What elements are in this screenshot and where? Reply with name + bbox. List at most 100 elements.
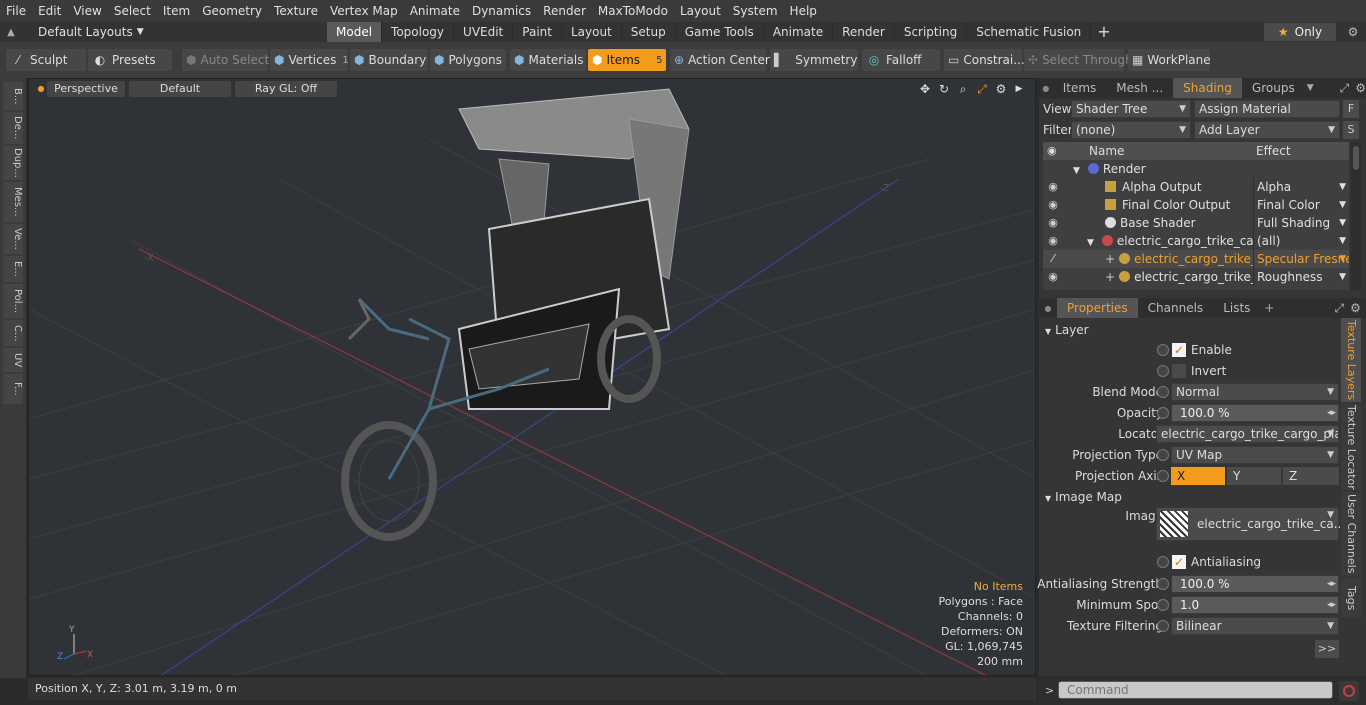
menu-dynamics[interactable]: Dynamics bbox=[466, 0, 537, 22]
expand-panel-icon[interactable]: ⤢ bbox=[1334, 301, 1344, 316]
tab-schematic-fusion[interactable]: Schematic Fusion bbox=[967, 22, 1092, 42]
axis-y-button[interactable]: Y bbox=[1227, 467, 1281, 485]
assign-material-button[interactable]: Assign Material bbox=[1194, 100, 1340, 118]
strip-tab-8[interactable]: UV bbox=[3, 348, 23, 372]
eye-icon[interactable]: ◉ bbox=[1043, 214, 1063, 232]
invert-channel-dot[interactable] bbox=[1157, 365, 1169, 377]
move-icon[interactable]: ✥ bbox=[917, 82, 933, 96]
tab-topology[interactable]: Topology bbox=[382, 22, 455, 42]
tab-scripting[interactable]: Scripting bbox=[895, 22, 968, 42]
projection-type-channel-dot[interactable] bbox=[1157, 449, 1169, 461]
tab-uvedit[interactable]: UVEdit bbox=[454, 22, 514, 42]
image-picker[interactable]: electric_cargo_trike_ca... ▼ bbox=[1156, 507, 1345, 541]
tab-mesh[interactable]: Mesh ... bbox=[1106, 78, 1173, 98]
viewport-gear-icon[interactable]: ⚙ bbox=[993, 82, 1009, 96]
strip-tab-6[interactable]: Pol... bbox=[3, 284, 23, 318]
vtab-tags[interactable]: Tags bbox=[1341, 578, 1361, 618]
vtab-user-channels[interactable]: User Channels bbox=[1341, 492, 1361, 576]
projection-axis-channel-dot[interactable] bbox=[1157, 470, 1169, 482]
tab-lists[interactable]: Lists bbox=[1213, 298, 1260, 318]
strip-tab-1[interactable]: De... bbox=[3, 112, 23, 144]
menu-render[interactable]: Render bbox=[537, 0, 592, 22]
tab-groups[interactable]: Groups bbox=[1242, 78, 1305, 98]
expand-plus-icon[interactable]: + bbox=[1105, 252, 1115, 266]
axis-x-button[interactable]: X bbox=[1171, 467, 1225, 485]
tree-row-texture-specular[interactable]: ⁄ +electric_cargo_trike_c... Specular Fr… bbox=[1043, 250, 1349, 268]
min-spot-slider[interactable]: 1.0 ◂▸ bbox=[1171, 596, 1339, 614]
raygl-dropdown[interactable]: Ray GL: Off bbox=[235, 81, 337, 97]
texture-filtering-channel-dot[interactable] bbox=[1157, 620, 1169, 632]
aa-strength-slider[interactable]: 100.0 % ◂▸ bbox=[1171, 575, 1339, 593]
f-button[interactable]: F bbox=[1343, 100, 1359, 118]
menu-geometry[interactable]: Geometry bbox=[196, 0, 268, 22]
panel-gear-icon[interactable]: ⚙ bbox=[1355, 81, 1366, 95]
command-input[interactable] bbox=[1058, 681, 1333, 699]
tree-row-material-group[interactable]: ◉ ▼electric_cargo_trike_car ... (all)▼ bbox=[1043, 232, 1349, 250]
menu-select[interactable]: Select bbox=[108, 0, 157, 22]
layouts-dropdown[interactable]: ▲ Default Layouts ▼ bbox=[0, 22, 180, 42]
enable-checkbox[interactable]: ✓ bbox=[1172, 343, 1186, 357]
chevron-down-icon[interactable]: ▼ bbox=[1339, 268, 1346, 286]
record-icon[interactable] bbox=[1339, 681, 1359, 701]
invert-checkbox[interactable] bbox=[1172, 364, 1186, 378]
eye-icon[interactable]: ◉ bbox=[1043, 268, 1063, 286]
chevron-down-icon[interactable]: ▼ bbox=[1339, 178, 1346, 196]
tab-setup[interactable]: Setup bbox=[622, 22, 676, 42]
items-button[interactable]: ⬢ Items 5 bbox=[588, 49, 666, 71]
panel-menu-icon[interactable]: ● bbox=[1039, 304, 1057, 313]
expand-panel-icon[interactable]: ⤢ bbox=[1340, 81, 1350, 96]
3d-viewport[interactable]: -X -Z Y X Z ● Perspective Default Ray GL… bbox=[28, 78, 1036, 676]
tree-row-render[interactable]: ▼ Render bbox=[1043, 160, 1349, 178]
vtab-texture-locator[interactable]: Texture Locator bbox=[1341, 404, 1361, 490]
aa-strength-channel-dot[interactable] bbox=[1157, 578, 1169, 590]
strip-tab-3[interactable]: Mes... bbox=[3, 182, 23, 222]
menu-maxtomodo[interactable]: MaxToModo bbox=[592, 0, 674, 22]
menu-vertex-map[interactable]: Vertex Map bbox=[324, 0, 404, 22]
gear-icon[interactable]: ⚙ bbox=[1340, 22, 1366, 42]
maximize-icon[interactable]: ⤢ bbox=[974, 82, 990, 96]
min-spot-channel-dot[interactable] bbox=[1157, 599, 1169, 611]
name-column-header[interactable]: Name bbox=[1089, 144, 1124, 158]
vtab-texture-layers[interactable]: Texture Layers bbox=[1341, 318, 1361, 402]
constraints-button[interactable]: ▭ Constrai... bbox=[944, 49, 1025, 71]
locator-dropdown[interactable]: electric_cargo_trike_cargo_plat... ▼ bbox=[1156, 425, 1339, 443]
more-button[interactable]: >> bbox=[1315, 640, 1339, 658]
chevron-down-icon[interactable]: ▼ bbox=[1339, 232, 1346, 250]
menu-animate[interactable]: Animate bbox=[404, 0, 466, 22]
blend-mode-channel-dot[interactable] bbox=[1157, 386, 1169, 398]
tree-scrollbar[interactable] bbox=[1351, 142, 1361, 290]
strip-tab-7[interactable]: C... bbox=[3, 320, 23, 346]
opacity-slider[interactable]: 100.0 % ◂▸ bbox=[1171, 404, 1339, 422]
tab-channels[interactable]: Channels bbox=[1138, 298, 1214, 318]
only-button[interactable]: ★ Only bbox=[1264, 23, 1336, 41]
panel-gear-icon[interactable]: ⚙ bbox=[1350, 301, 1361, 315]
select-through-button[interactable]: ✣ Select Through bbox=[1024, 49, 1133, 71]
eye-icon[interactable]: ◉ bbox=[1043, 196, 1063, 214]
filter-dropdown[interactable]: (none) ▼ bbox=[1071, 121, 1191, 139]
antialiasing-checkbox[interactable]: ✓ bbox=[1172, 555, 1186, 569]
tab-render[interactable]: Render bbox=[833, 22, 895, 42]
enable-channel-dot[interactable] bbox=[1157, 344, 1169, 356]
strip-tab-5[interactable]: E... bbox=[3, 256, 23, 282]
rotate-icon[interactable]: ↻ bbox=[936, 82, 952, 96]
projection-type-dropdown[interactable]: UV Map ▼ bbox=[1171, 446, 1339, 464]
tab-paint[interactable]: Paint bbox=[513, 22, 562, 42]
tree-row-base-shader[interactable]: ◉ Base Shader Full Shading ▼ bbox=[1043, 214, 1349, 232]
menu-item[interactable]: Item bbox=[157, 0, 196, 22]
collapse-icon[interactable]: ▲ bbox=[0, 27, 22, 38]
slider-arrows-icon[interactable]: ◂▸ bbox=[1327, 597, 1336, 613]
tree-row-alpha-output[interactable]: ◉ Alpha Output Alpha ▼ bbox=[1043, 178, 1349, 196]
vertices-button[interactable]: ⬢ Vertices 1 bbox=[270, 49, 349, 71]
axis-z-button[interactable]: Z bbox=[1283, 467, 1339, 485]
slider-arrows-icon[interactable]: ◂▸ bbox=[1327, 576, 1336, 592]
image-map-section-header[interactable]: ▼ Image Map bbox=[1045, 490, 1122, 504]
menu-edit[interactable]: Edit bbox=[32, 0, 67, 22]
menu-file[interactable]: File bbox=[0, 0, 32, 22]
boundary-button[interactable]: ⬢ Boundary bbox=[350, 49, 428, 71]
auto-select-button[interactable]: ⬢ Auto Select bbox=[182, 49, 269, 71]
zoom-icon[interactable]: ⌕ bbox=[955, 82, 971, 96]
chevron-down-icon[interactable]: ▼ bbox=[1339, 214, 1346, 232]
sculpt-button[interactable]: ⁄ Sculpt bbox=[6, 49, 86, 71]
strip-tab-4[interactable]: Ve... bbox=[3, 224, 23, 254]
tab-animate[interactable]: Animate bbox=[764, 22, 834, 42]
